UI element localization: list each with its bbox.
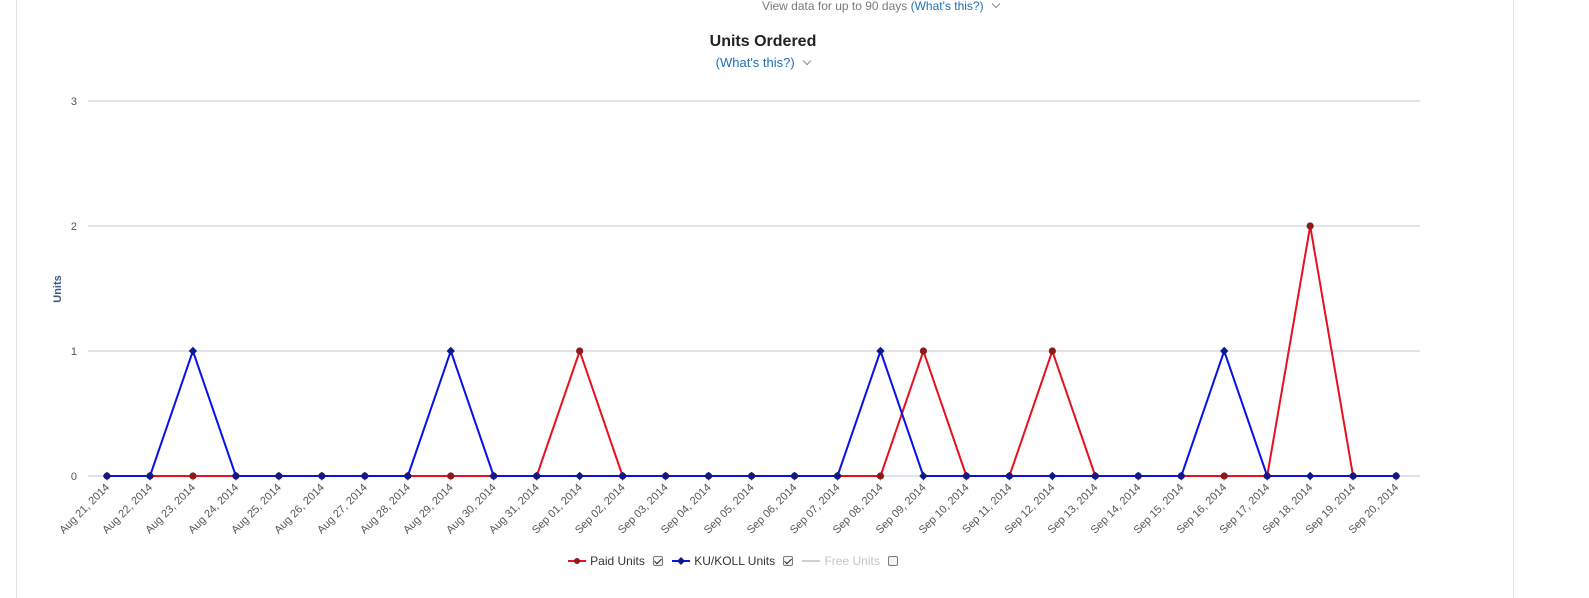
legend-item-ku-koll-units[interactable]: KU/KOLL Units (672, 554, 794, 568)
ku-koll-units-point (231, 471, 241, 481)
ku-koll-units-point (1348, 471, 1358, 481)
paid-units-point (576, 347, 584, 355)
legend-label: Paid Units (590, 554, 645, 568)
ku-koll-units-point (1177, 471, 1186, 481)
ku-koll-units-series-line (107, 350, 1397, 477)
paid-units-point (876, 472, 885, 480)
legend-item-paid-units[interactable]: Paid Units (568, 554, 663, 568)
y-tick-label: 2 (71, 221, 77, 233)
units-ordered-chart: 0123Aug 21, 2014Aug 22, 2014Aug 23, 2014… (52, 96, 1420, 536)
legend-item-free-units[interactable]: Free Units (802, 554, 898, 568)
ku-koll-units-point (1220, 346, 1229, 356)
paid-units-checkbox[interactable] (652, 556, 663, 566)
paid-units-point (919, 347, 928, 355)
legend-label: KU/KOLL Units (694, 554, 776, 568)
ku-koll-units-point (317, 471, 327, 481)
ku-koll-units-point (1005, 471, 1014, 481)
ku-koll-units-point (1262, 471, 1272, 481)
ku-koll-units-point (102, 471, 112, 481)
ku-koll-units-point (532, 471, 541, 481)
ku-koll-units-point (274, 471, 284, 481)
ku-koll-units-point (489, 471, 498, 481)
paid-units-swatch-icon (568, 558, 587, 564)
paid-units-point (1048, 347, 1056, 355)
ku-koll-units-point (618, 471, 627, 481)
free-units-swatch-icon (802, 560, 821, 562)
ku-koll-units-point (1391, 471, 1401, 481)
y-tick-label: 1 (71, 346, 77, 358)
ku-koll-units-checkbox[interactable] (783, 556, 794, 566)
paid-units-point (447, 472, 455, 480)
ku-koll-units-point (446, 346, 455, 356)
free-units-checkbox[interactable] (887, 556, 898, 566)
chart-legend: Paid Units KU/KOLL Units Free Units (0, 554, 1466, 568)
ku-koll-units-point (403, 471, 412, 481)
ku-koll-units-point (145, 471, 155, 481)
ku-koll-units-point (661, 471, 670, 481)
ku-koll-units-point (188, 346, 198, 356)
paid-units-point (189, 472, 197, 480)
ku-koll-units-point (1134, 471, 1143, 481)
paid-units-point (1306, 222, 1314, 230)
ku-koll-units-point (962, 471, 971, 481)
ku-koll-units-point (575, 471, 584, 481)
legend-label: Free Units (824, 554, 880, 568)
ku-koll-units-point (919, 471, 928, 481)
ku-koll-units-point (790, 471, 799, 481)
ku-koll-units-swatch-icon (672, 557, 691, 565)
y-axis-title: Units (52, 275, 64, 303)
ku-koll-units-point (833, 471, 842, 481)
y-tick-label: 3 (71, 96, 77, 108)
ku-koll-units-point (1305, 471, 1315, 481)
ku-koll-units-point (360, 471, 370, 481)
y-tick-label: 0 (71, 471, 77, 483)
ku-koll-units-point (1048, 471, 1057, 481)
ku-koll-units-point (704, 471, 713, 481)
ku-koll-units-point (876, 346, 885, 356)
ku-koll-units-point (1091, 471, 1100, 481)
ku-koll-units-point (747, 471, 756, 481)
paid-units-point (1220, 472, 1228, 480)
